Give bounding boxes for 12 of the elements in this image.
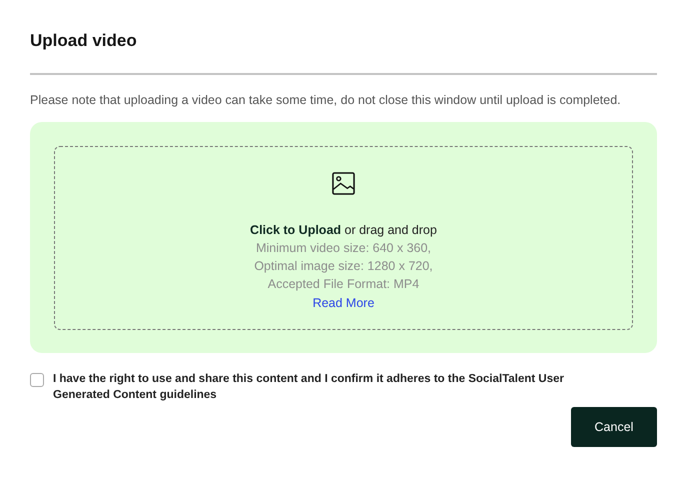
notice-text: Please note that uploading a video can take some time, do not close this window until upload is completed. — [30, 92, 622, 109]
drop-zone[interactable]: Click to Upload or drag and drop Minimum video size: 640 x 360, Optimal image size: 1280 x 720, Accepted File Format: MP4 Read More — [54, 146, 633, 330]
cancel-button[interactable]: Cancel — [571, 407, 657, 447]
consent-label: I have the right to use and share this content and I confirm it adheres to the SocialTalent User Generated Content guidelines — [53, 372, 565, 403]
checkbox[interactable] — [30, 373, 44, 387]
image-icon — [332, 172, 355, 195]
requirement-text: Minimum video size: 640 x 360, — [256, 240, 432, 257]
dialog-title: Upload video — [30, 31, 138, 51]
requirement-text: Optimal image size: 1280 x 720, — [254, 258, 433, 275]
read-more-link[interactable]: Read More — [312, 293, 374, 313]
requirement-text: Accepted File Format: MP4 — [268, 276, 420, 293]
upload-prompt: Click to Upload or drag and drop — [250, 222, 437, 239]
